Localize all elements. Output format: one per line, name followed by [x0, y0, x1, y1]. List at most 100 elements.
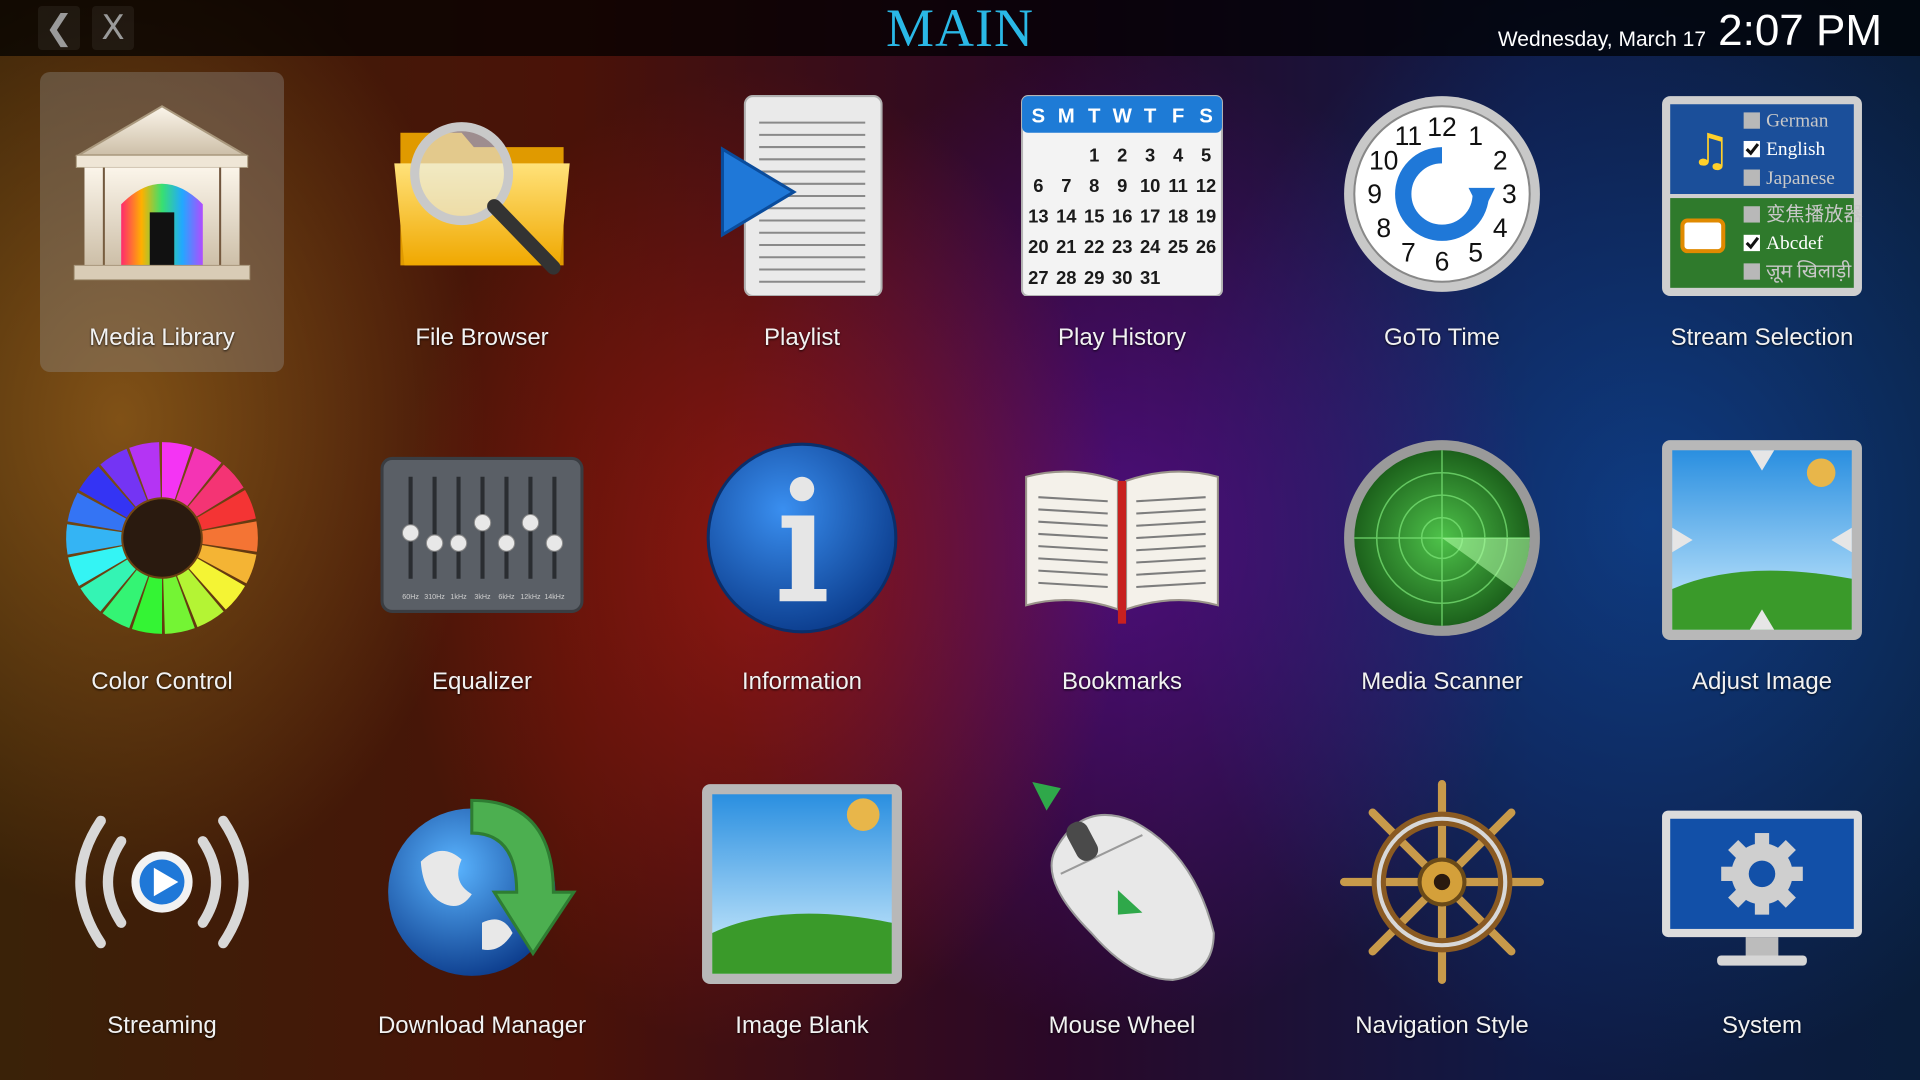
stream-option-label: ज़ूम खिलाड़ी: [1766, 260, 1852, 284]
eq-knob[interactable]: [473, 514, 492, 532]
tile-adjust-image[interactable]: Adjust Image: [1640, 416, 1884, 716]
calendar-day: 31: [1140, 267, 1160, 288]
tile-information[interactable]: Information: [680, 416, 924, 716]
calendar-day: 30: [1112, 267, 1132, 288]
tile-file-browser[interactable]: File Browser: [360, 72, 604, 372]
tile-label: Mouse Wheel: [1048, 1012, 1196, 1039]
book-icon: [1020, 436, 1224, 640]
tile-label: Image Blank: [735, 1012, 869, 1039]
tile-play-history[interactable]: SMTWTFS 1 2 3 4 5 6 7 8 9 10 11 12 13 14 15 16 17 18 19 20 2…: [1000, 72, 1244, 372]
clock-number: 5: [1468, 237, 1483, 267]
svg-text:♫: ♫: [1691, 123, 1731, 176]
checkbox-checked[interactable]: [1743, 140, 1760, 158]
tile-navigation-style[interactable]: Navigation Style: [1320, 760, 1564, 1060]
tile-label: Download Manager: [377, 1012, 587, 1039]
eq-knob[interactable]: [521, 514, 540, 532]
eq-knob[interactable]: [449, 534, 468, 552]
calendar-day: 21: [1056, 236, 1076, 257]
calendar-day: 13: [1028, 206, 1048, 227]
checkbox-unchecked[interactable]: [1743, 206, 1760, 223]
tile-label: Stream Selection: [1670, 324, 1854, 351]
stream-option-label: 变焦播放器: [1766, 204, 1863, 226]
eq-knob[interactable]: [401, 524, 420, 542]
calendar-day: 24: [1140, 236, 1161, 257]
calendar-day: 27: [1028, 267, 1048, 288]
tile-media-library[interactable]: Media Library: [40, 72, 284, 372]
stream-option-label: Japanese: [1766, 168, 1835, 189]
tile-bookmarks[interactable]: Bookmarks: [1000, 416, 1244, 716]
calendar-day: 4: [1173, 144, 1184, 165]
calendar-day: 28: [1056, 267, 1076, 288]
tile-mouse-wheel[interactable]: Mouse Wheel: [1000, 760, 1244, 1060]
tile-image-blank[interactable]: Image Blank: [680, 760, 924, 1060]
clock-icon: 12 1 2 3 4 5 6 7 8 9 10 11: [1340, 92, 1544, 296]
playlist-icon: [700, 92, 904, 296]
calendar-weekday: T: [1144, 106, 1157, 128]
tile-goto-time[interactable]: 12 1 2 3 4 5 6 7 8 9 10 11 GoTo Time: [1320, 72, 1564, 372]
calendar-weekday: S: [1199, 106, 1213, 128]
tile-label: Navigation Style: [1355, 1012, 1529, 1039]
image-blank-icon: [700, 780, 904, 984]
calendar-weekday: W: [1113, 106, 1133, 128]
stream-option-label: German: [1766, 111, 1829, 132]
tile-playlist[interactable]: Playlist: [680, 72, 924, 372]
calendar-day: 22: [1084, 236, 1104, 257]
calendar-icon: SMTWTFS 1 2 3 4 5 6 7 8 9 10 11 12 13 14 15 16 17 18 19 20 2…: [1020, 92, 1224, 296]
calendar-day: 23: [1112, 236, 1132, 257]
calendar-day: 26: [1196, 236, 1216, 257]
tile-label: System: [1721, 1012, 1802, 1039]
tile-label: GoTo Time: [1383, 324, 1501, 351]
checkbox-checked[interactable]: [1743, 234, 1760, 252]
clock-number: 1: [1468, 121, 1483, 151]
stream-option-label: Abcdef: [1766, 233, 1824, 254]
tile-label: Streaming: [107, 1012, 217, 1039]
menu-grid: Media Library File Browser Playlist S M …: [40, 72, 1880, 1072]
tile-system[interactable]: System: [1640, 760, 1884, 1060]
tile-label: Adjust Image: [1691, 668, 1833, 695]
clock-number: 8: [1376, 213, 1391, 243]
calendar-day: 29: [1084, 267, 1104, 288]
clock-number: 11: [1395, 121, 1423, 151]
calendar-day: 3: [1145, 144, 1155, 165]
eq-knob[interactable]: [497, 534, 516, 552]
eq-band-label: 310Hz: [424, 593, 445, 601]
date-display: Wednesday, March 17: [1497, 28, 1706, 51]
eq-band-label: 12kHz: [520, 593, 541, 601]
calendar-day: 25: [1168, 236, 1188, 257]
color-wheel-icon: [60, 436, 264, 640]
eq-band-label: 3kHz: [474, 593, 491, 601]
calendar-day: 16: [1112, 206, 1132, 227]
checkbox-unchecked[interactable]: [1743, 169, 1760, 186]
tile-label: Media Library: [89, 324, 235, 351]
tile-streaming[interactable]: Streaming: [40, 760, 284, 1060]
tile-label: Playlist: [763, 324, 841, 351]
info-icon: [700, 436, 904, 640]
tile-label: File Browser: [415, 324, 549, 351]
tile-media-scanner[interactable]: Media Scanner: [1320, 416, 1564, 716]
clock-number: 7: [1401, 237, 1416, 267]
stream-selection-icon: ♫ German English Japanese 变焦播放器 Abcdef ज़ूम …: [1660, 92, 1864, 296]
calendar-day: 19: [1196, 206, 1216, 227]
eq-knob[interactable]: [545, 534, 564, 552]
tile-color-control[interactable]: Color Control: [40, 416, 284, 716]
calendar-day: 17: [1140, 206, 1160, 227]
eq-band-label: 60Hz: [402, 593, 419, 601]
top-bar: ❮ X MAIN Wednesday, March 17 2:07 PM: [0, 0, 1920, 58]
checkbox-unchecked[interactable]: [1743, 263, 1760, 280]
monitor-gear-icon: [1660, 780, 1864, 984]
tile-label: Play History: [1057, 324, 1187, 351]
checkbox-unchecked[interactable]: [1743, 112, 1760, 129]
tile-label: Bookmarks: [1061, 668, 1183, 695]
tile-label: Media Scanner: [1361, 668, 1523, 695]
tile-equalizer[interactable]: 60Hz 310Hz 1kHz 3kHz 6kHz 12kHz 14kHz Equalize…: [360, 416, 604, 716]
tile-download-manager[interactable]: Download Manager: [360, 760, 604, 1060]
calendar-day: 12: [1196, 175, 1216, 196]
tile-label: Information: [741, 668, 863, 695]
tile-stream-selection[interactable]: ♫ German English Japanese 变焦播放器 Abcdef ज़ूम …: [1640, 72, 1884, 372]
tile-label: Equalizer: [431, 668, 533, 695]
eq-knob[interactable]: [425, 534, 444, 552]
calendar-day: 20: [1028, 236, 1048, 257]
calendar-day: 11: [1168, 175, 1187, 196]
adjust-image-icon: [1660, 436, 1864, 640]
eq-band-label: 1kHz: [450, 593, 467, 601]
